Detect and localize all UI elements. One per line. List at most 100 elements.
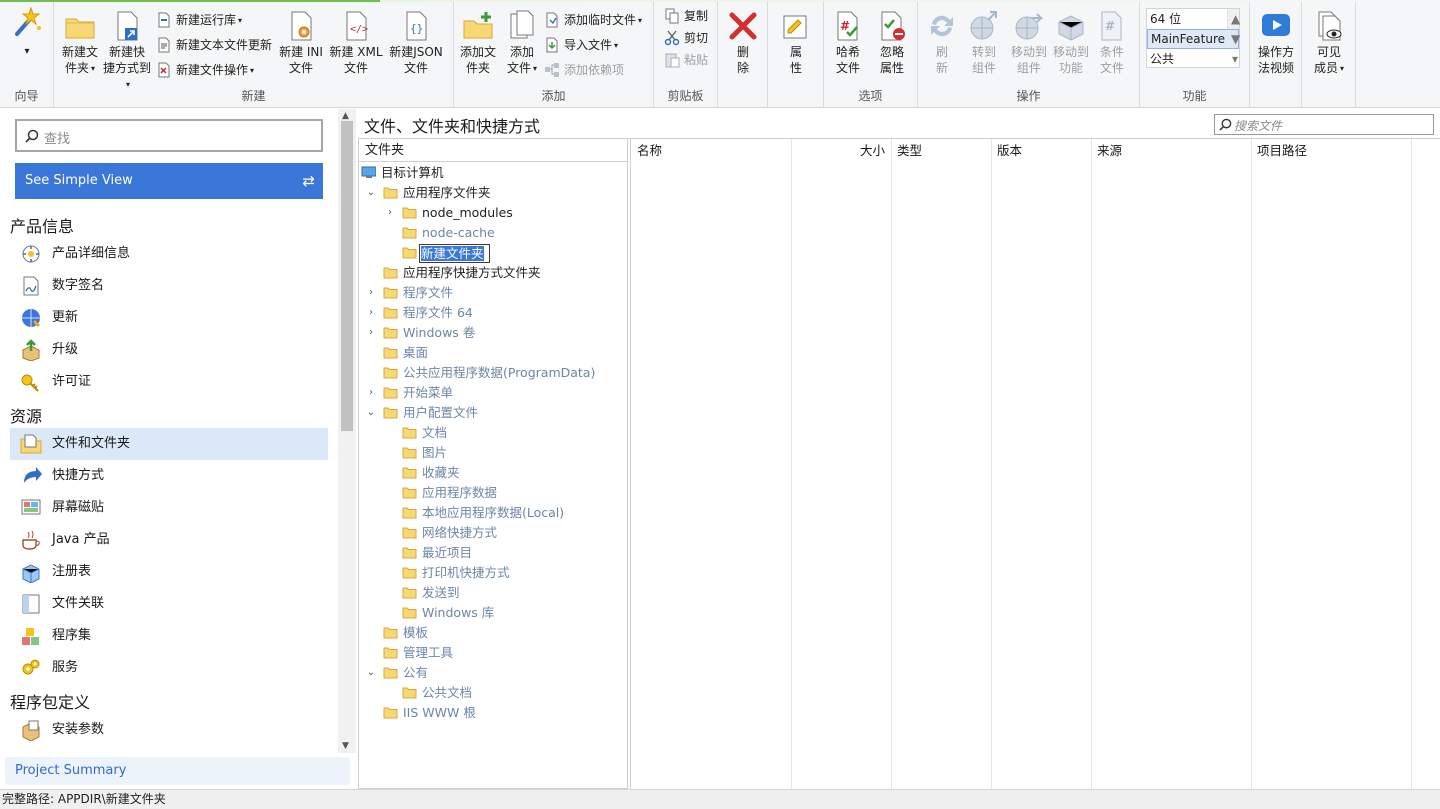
project-summary-link[interactable]: Project Summary: [5, 757, 350, 785]
tree-folder-item[interactable]: 新建文件夹: [359, 243, 627, 263]
scroll-up-icon[interactable]: ▲: [342, 111, 349, 121]
nav-item-screen-tile[interactable]: 屏幕磁贴: [10, 492, 328, 524]
ignore-attributes-button[interactable]: 忽略 属性: [870, 10, 914, 76]
column-source[interactable]: 来源: [1091, 139, 1251, 163]
column-name[interactable]: 名称: [631, 139, 791, 163]
tree-folder-item[interactable]: 网络快捷方式: [359, 523, 627, 543]
scrollbar-thumb[interactable]: [341, 121, 353, 431]
cut-button[interactable]: 剪切: [664, 28, 708, 48]
column-size[interactable]: 大小: [791, 139, 891, 163]
go-to-component-button[interactable]: 转到 组件: [964, 10, 1004, 76]
tree-folder-item[interactable]: 文档: [359, 423, 627, 443]
move-to-component-button[interactable]: 移动到 组件: [1006, 10, 1052, 76]
chevron-right-icon[interactable]: ›: [384, 203, 396, 223]
tree-folder-item[interactable]: › 程序文件 64: [359, 303, 627, 323]
add-dependency-button[interactable]: 添加依赖项: [544, 60, 624, 80]
conditional-file-button[interactable]: # 条件 文件: [1092, 10, 1132, 76]
move-to-feature-button[interactable]: 移动到 功能: [1048, 10, 1094, 76]
delete-button[interactable]: 删 除: [723, 10, 763, 76]
tree-folder-item[interactable]: 公共应用程序数据(ProgramData): [359, 363, 627, 383]
tree-folder-item[interactable]: IIS WWW 根: [359, 703, 627, 723]
navigation-search-input[interactable]: 查找: [15, 119, 323, 152]
tree-folder-item[interactable]: 公共文档: [359, 683, 627, 703]
nav-item-shortcut[interactable]: 快捷方式: [10, 460, 328, 492]
nav-item-java[interactable]: Java 产品: [10, 524, 328, 556]
new-shortcut-button[interactable]: 新建快 捷方式到▾: [102, 10, 152, 93]
chevron-right-icon[interactable]: ›: [365, 303, 377, 323]
nav-item-license[interactable]: 许可证: [10, 366, 328, 398]
new-xml-button[interactable]: </> 新建 XML 文件: [328, 10, 384, 76]
nav-item-file-association[interactable]: 文件关联: [10, 588, 328, 620]
tree-folder-item[interactable]: ⌄ 公有: [359, 663, 627, 683]
tree-folder-item[interactable]: 桌面: [359, 343, 627, 363]
tree-folder-item[interactable]: 最近项目: [359, 543, 627, 563]
new-run-library-button[interactable]: 新建运行库 ▾: [156, 10, 242, 30]
column-type[interactable]: 类型: [891, 139, 991, 163]
tree-folder-item[interactable]: ⌄ 用户配置文件: [359, 403, 627, 423]
new-ini-button[interactable]: 新建 INI 文件: [276, 10, 326, 76]
nav-item-service[interactable]: 服务: [10, 652, 328, 684]
column-project-path[interactable]: 项目路径: [1251, 139, 1411, 163]
feature-selector-list[interactable]: 64 位 MainFeature 公共 ▲ ▼ ▾: [1146, 8, 1240, 68]
nav-item-digital-signature[interactable]: 数字签名: [10, 270, 328, 302]
chevron-down-icon[interactable]: ⌄: [365, 403, 377, 423]
nav-item-assembly[interactable]: 程序集: [10, 620, 328, 652]
tree-folder-item[interactable]: node-cache: [359, 223, 627, 243]
tree-root-target-computer[interactable]: 目标计算机: [359, 163, 627, 183]
tree-folder-item[interactable]: › node_modules: [359, 203, 627, 223]
tree-folder-item[interactable]: 应用程序快捷方式文件夹: [359, 263, 627, 283]
new-file-operation-button[interactable]: 新建文件操作 ▾: [156, 60, 254, 80]
new-json-button[interactable]: {} 新建JSON 文件: [386, 10, 446, 76]
nav-item-upgrade[interactable]: 升级: [10, 334, 328, 366]
add-folder-button[interactable]: 添加文 件夹: [456, 10, 500, 76]
tree-folder-item[interactable]: 管理工具: [359, 643, 627, 663]
tree-folder-item[interactable]: Windows 库: [359, 603, 627, 623]
new-text-update-button[interactable]: 新建文本文件更新: [156, 35, 272, 55]
file-search-input[interactable]: 搜索文件: [1214, 114, 1434, 135]
chevron-down-icon[interactable]: ⌄: [365, 183, 377, 203]
nav-item-update[interactable]: 更新: [10, 302, 328, 334]
nav-item-files-folders[interactable]: 文件和文件夹: [10, 428, 328, 460]
chevron-down-icon[interactable]: ⌄: [365, 663, 377, 683]
tree-folder-item[interactable]: 收藏夹: [359, 463, 627, 483]
visible-members-button[interactable]: 可见 成员 ▾: [1306, 10, 1352, 77]
chevron-right-icon[interactable]: ›: [365, 283, 377, 303]
nav-item-install-params[interactable]: 安装参数: [10, 714, 328, 746]
tree-folder-item[interactable]: › 程序文件: [359, 283, 627, 303]
hash-file-button[interactable]: # 哈希 文件: [828, 10, 868, 76]
add-temp-file-button[interactable]: 添加临时文件 ▾: [544, 10, 642, 30]
chevron-right-icon[interactable]: ›: [365, 383, 377, 403]
wizard-button[interactable]: ▾: [8, 6, 46, 60]
properties-button[interactable]: 属 性: [776, 10, 816, 76]
tree-folder-item[interactable]: 本地应用程序数据(Local): [359, 503, 627, 523]
tree-folder-item[interactable]: › 开始菜单: [359, 383, 627, 403]
new-folder-button[interactable]: 新建文 件夹 ▾: [58, 10, 102, 77]
feature-option-64bit[interactable]: 64 位: [1147, 9, 1239, 29]
how-to-video-button[interactable]: 操作方 法视频: [1252, 10, 1300, 76]
feature-list-scrollbar[interactable]: ▲ ▼ ▾: [1227, 9, 1240, 66]
tree-folder-item[interactable]: › Windows 卷: [359, 323, 627, 343]
tree-folder-item[interactable]: 模板: [359, 623, 627, 643]
copy-button[interactable]: 复制: [664, 6, 708, 26]
tree-folder-item[interactable]: 打印机快捷方式: [359, 563, 627, 583]
tree-folder-item[interactable]: 发送到: [359, 583, 627, 603]
feature-option-common[interactable]: 公共: [1147, 49, 1239, 69]
column-version[interactable]: 版本: [991, 139, 1091, 163]
add-file-button[interactable]: 添加 文件 ▾: [502, 10, 542, 77]
rename-folder-input[interactable]: 新建文件夹: [419, 244, 490, 263]
refresh-button[interactable]: 刷 新: [924, 10, 960, 76]
paste-button[interactable]: 粘贴: [664, 50, 708, 70]
navigation-scrollbar[interactable]: ▲ ▼: [338, 109, 356, 753]
see-simple-view-button[interactable]: See Simple View ⇄: [15, 163, 323, 199]
run-library-icon: [158, 12, 170, 28]
feature-option-mainfeature[interactable]: MainFeature: [1147, 29, 1239, 49]
chevron-right-icon[interactable]: ›: [365, 323, 377, 343]
tree-folder-item[interactable]: ⌄ 应用程序文件夹: [359, 183, 627, 203]
scroll-down-icon[interactable]: ▼: [342, 741, 349, 751]
import-file-button[interactable]: 导入文件 ▾: [544, 35, 618, 55]
nav-item-registry[interactable]: 注册表: [10, 556, 328, 588]
nav-item-product-details[interactable]: 产品详细信息: [10, 238, 328, 270]
tree-folder-item[interactable]: 应用程序数据: [359, 483, 627, 503]
tree-folder-item[interactable]: 图片: [359, 443, 627, 463]
new-folder-icon: [65, 18, 95, 39]
